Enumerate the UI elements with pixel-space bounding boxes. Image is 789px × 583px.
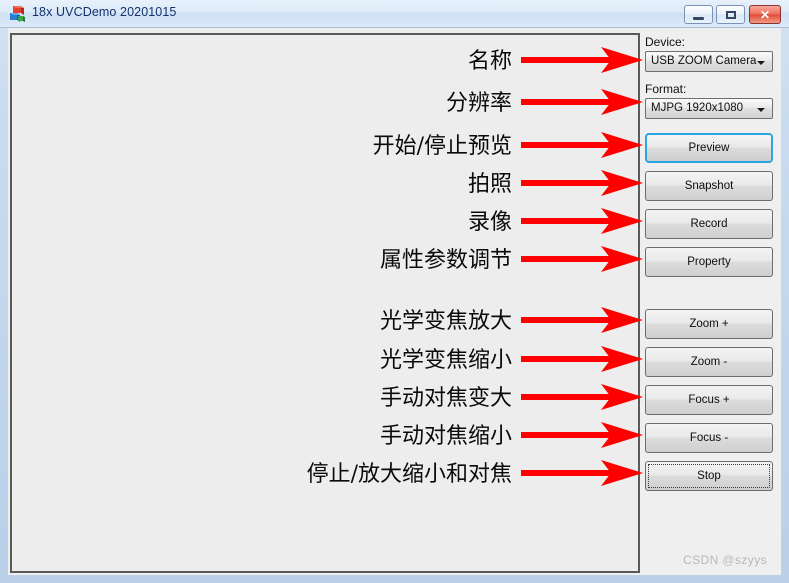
- annotation-arrow-property: [521, 246, 643, 272]
- annotation-arrow-device: [521, 47, 643, 73]
- chevron-down-icon: [757, 108, 765, 112]
- title-bar[interactable]: 18x UVCDemo 20201015 ✕: [0, 0, 789, 28]
- focus-out-button[interactable]: Focus -: [645, 423, 773, 453]
- app-blocks-icon: [10, 6, 25, 22]
- property-button-label: Property: [687, 256, 731, 268]
- annotation-arrow-stop: [521, 460, 643, 486]
- format-combo-value: MJPG 1920x1080: [651, 102, 744, 114]
- device-combo[interactable]: USB ZOOM Camera: [645, 51, 773, 72]
- focus-out-button-label: Focus -: [689, 432, 729, 444]
- minimize-icon: [685, 6, 712, 23]
- annotation-arrow-preview: [521, 132, 643, 158]
- format-combo[interactable]: MJPG 1920x1080: [645, 98, 773, 119]
- watermark: CSDN @szyys: [683, 553, 767, 567]
- annotation-label-snapshot: 拍照: [467, 172, 512, 197]
- preview-button[interactable]: Preview: [645, 133, 773, 163]
- window-title: 18x UVCDemo 20201015: [32, 5, 177, 19]
- annotation-arrow-record: [521, 208, 643, 234]
- zoom-in-button-label: Zoom +: [689, 318, 729, 330]
- annotation-arrow-snapshot: [521, 170, 643, 196]
- annotation-label-device: 名称: [467, 49, 512, 74]
- snapshot-button-label: Snapshot: [684, 180, 734, 192]
- annotation-arrow-focus-in: [521, 384, 643, 410]
- annotation-label-zoom-out: 光学变焦缩小: [379, 348, 512, 373]
- record-button-label: Record: [690, 218, 728, 230]
- focus-in-button-label: Focus +: [688, 394, 730, 406]
- annotation-label-preview: 开始/停止预览: [372, 134, 512, 159]
- focus-in-button[interactable]: Focus +: [645, 385, 773, 415]
- annotation-arrow-zoom-out: [521, 346, 643, 372]
- close-icon: ✕: [759, 7, 771, 22]
- snapshot-button[interactable]: Snapshot: [645, 171, 773, 201]
- annotation-arrow-format: [521, 89, 643, 115]
- annotation-arrow-zoom-in: [521, 307, 643, 333]
- minimize-button[interactable]: [684, 5, 713, 24]
- stop-button-label: Stop: [697, 470, 721, 482]
- zoom-in-button[interactable]: Zoom +: [645, 309, 773, 339]
- annotation-label-zoom-in: 光学变焦放大: [379, 309, 512, 334]
- annotation-arrow-focus-out: [521, 422, 643, 448]
- annotation-label-format: 分辨率: [445, 91, 512, 116]
- client-area: Device: USB ZOOM Camera Format: MJPG 192…: [8, 28, 781, 575]
- application-window: 18x UVCDemo 20201015 ✕ Device: USB ZOOM …: [0, 0, 789, 583]
- device-label: Device:: [645, 35, 686, 49]
- close-button[interactable]: ✕: [749, 5, 781, 24]
- record-button[interactable]: Record: [645, 209, 773, 239]
- device-combo-value: USB ZOOM Camera: [651, 55, 757, 67]
- format-label: Format:: [645, 82, 687, 96]
- zoom-out-button[interactable]: Zoom -: [645, 347, 773, 377]
- annotation-label-focus-in: 手动对焦变大: [379, 386, 512, 411]
- property-button[interactable]: Property: [645, 247, 773, 277]
- zoom-out-button-label: Zoom -: [690, 356, 728, 368]
- maximize-button[interactable]: [716, 5, 745, 24]
- annotation-label-property: 属性参数调节: [379, 248, 512, 273]
- chevron-down-icon: [757, 61, 765, 65]
- annotation-label-stop: 停止/放大缩小和对焦: [306, 462, 512, 487]
- annotation-label-record: 录像: [467, 210, 512, 235]
- stop-button[interactable]: Stop: [645, 461, 773, 491]
- preview-button-label: Preview: [688, 142, 730, 154]
- maximize-icon: [717, 6, 744, 23]
- annotation-label-focus-out: 手动对焦缩小: [379, 424, 512, 449]
